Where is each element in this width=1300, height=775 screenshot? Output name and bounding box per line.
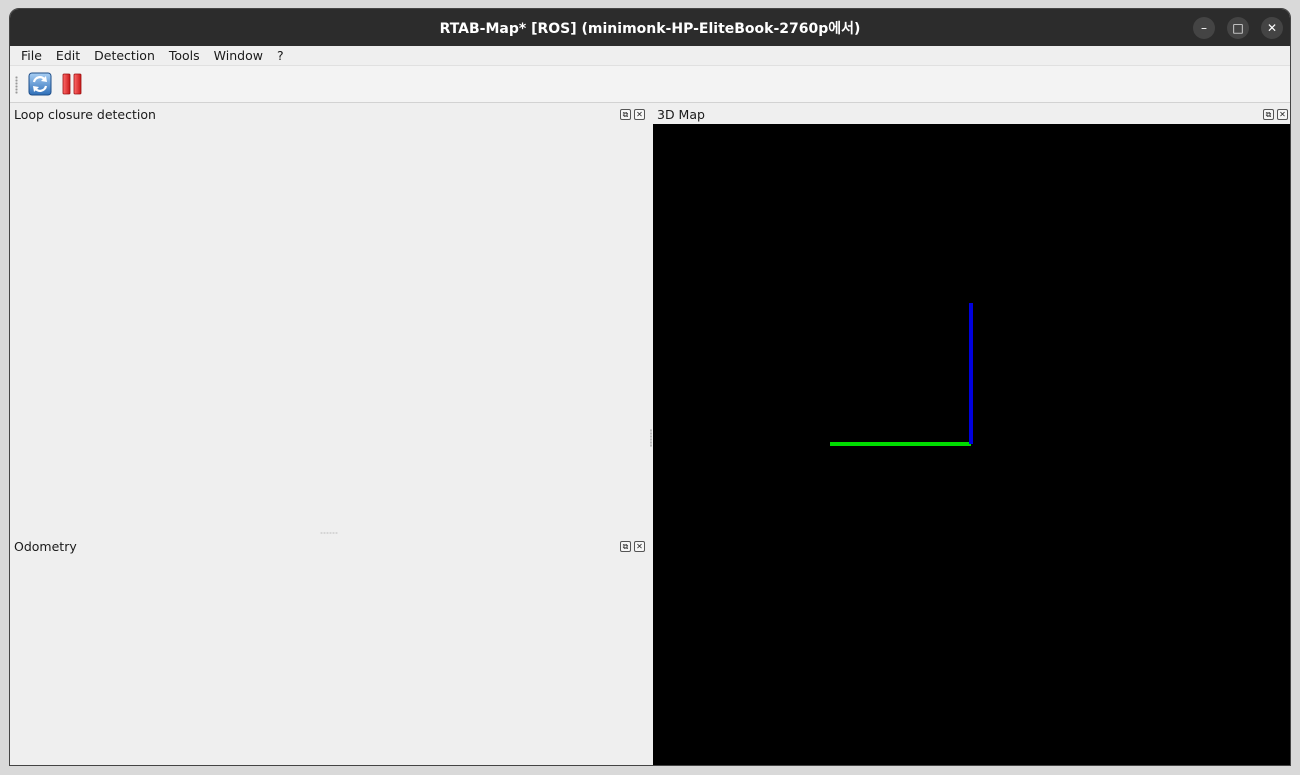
maximize-icon: □ <box>1232 21 1244 35</box>
close-icon: ✕ <box>1266 21 1278 35</box>
menu-tools[interactable]: Tools <box>162 48 207 63</box>
odometry-dock-buttons: ⧉ ✕ <box>620 541 645 552</box>
map3d-scene <box>830 303 973 446</box>
map3d-viewport[interactable] <box>653 124 1290 765</box>
menu-help[interactable]: ? <box>270 48 291 63</box>
loop-closure-dock-title: Loop closure detection <box>14 107 156 122</box>
map3d-dock-buttons: ⧉ ✕ <box>1263 109 1288 120</box>
menu-edit[interactable]: Edit <box>49 48 87 63</box>
close-icon[interactable]: ✕ <box>1277 109 1288 120</box>
refresh-button[interactable] <box>28 72 52 96</box>
close-button[interactable]: ✕ <box>1261 17 1283 39</box>
toolbar-grip-handle[interactable] <box>15 76 18 94</box>
vertical-splitter-handle[interactable] <box>650 429 652 447</box>
toolbar <box>10 66 1290 103</box>
pause-button[interactable] <box>60 72 84 96</box>
float-icon[interactable]: ⧉ <box>620 541 631 552</box>
minimize-button[interactable]: – <box>1193 17 1215 39</box>
loop-closure-dock-buttons: ⧉ ✕ <box>620 109 645 120</box>
horizontal-splitter-handle[interactable] <box>320 532 338 534</box>
close-icon[interactable]: ✕ <box>634 109 645 120</box>
odometry-dock-title: Odometry <box>14 539 77 554</box>
map3d-dock-title: 3D Map <box>657 107 705 122</box>
maximize-button[interactable]: □ <box>1227 17 1249 39</box>
map3d-dock: 3D Map ⧉ ✕ <box>653 104 1290 765</box>
title-bar[interactable]: RTAB-Map* [ROS] (minimonk-HP-EliteBook-2… <box>10 9 1290 46</box>
app-window: RTAB-Map* [ROS] (minimonk-HP-EliteBook-2… <box>9 8 1291 766</box>
minimize-icon: – <box>1201 21 1207 35</box>
menu-detection[interactable]: Detection <box>87 48 162 63</box>
loop-closure-dock: Loop closure detection ⧉ ✕ <box>10 104 652 534</box>
float-icon[interactable]: ⧉ <box>620 109 631 120</box>
window-title: RTAB-Map* [ROS] (minimonk-HP-EliteBook-2… <box>439 20 861 37</box>
close-icon[interactable]: ✕ <box>634 541 645 552</box>
menu-bar: File Edit Detection Tools Window ? <box>10 46 1290 66</box>
odometry-dock: Odometry ⧉ ✕ <box>10 536 652 765</box>
menu-file[interactable]: File <box>14 48 49 63</box>
float-icon[interactable]: ⧉ <box>1263 109 1274 120</box>
pause-icon <box>62 73 82 95</box>
menu-window[interactable]: Window <box>207 48 270 63</box>
refresh-icon <box>28 72 52 96</box>
